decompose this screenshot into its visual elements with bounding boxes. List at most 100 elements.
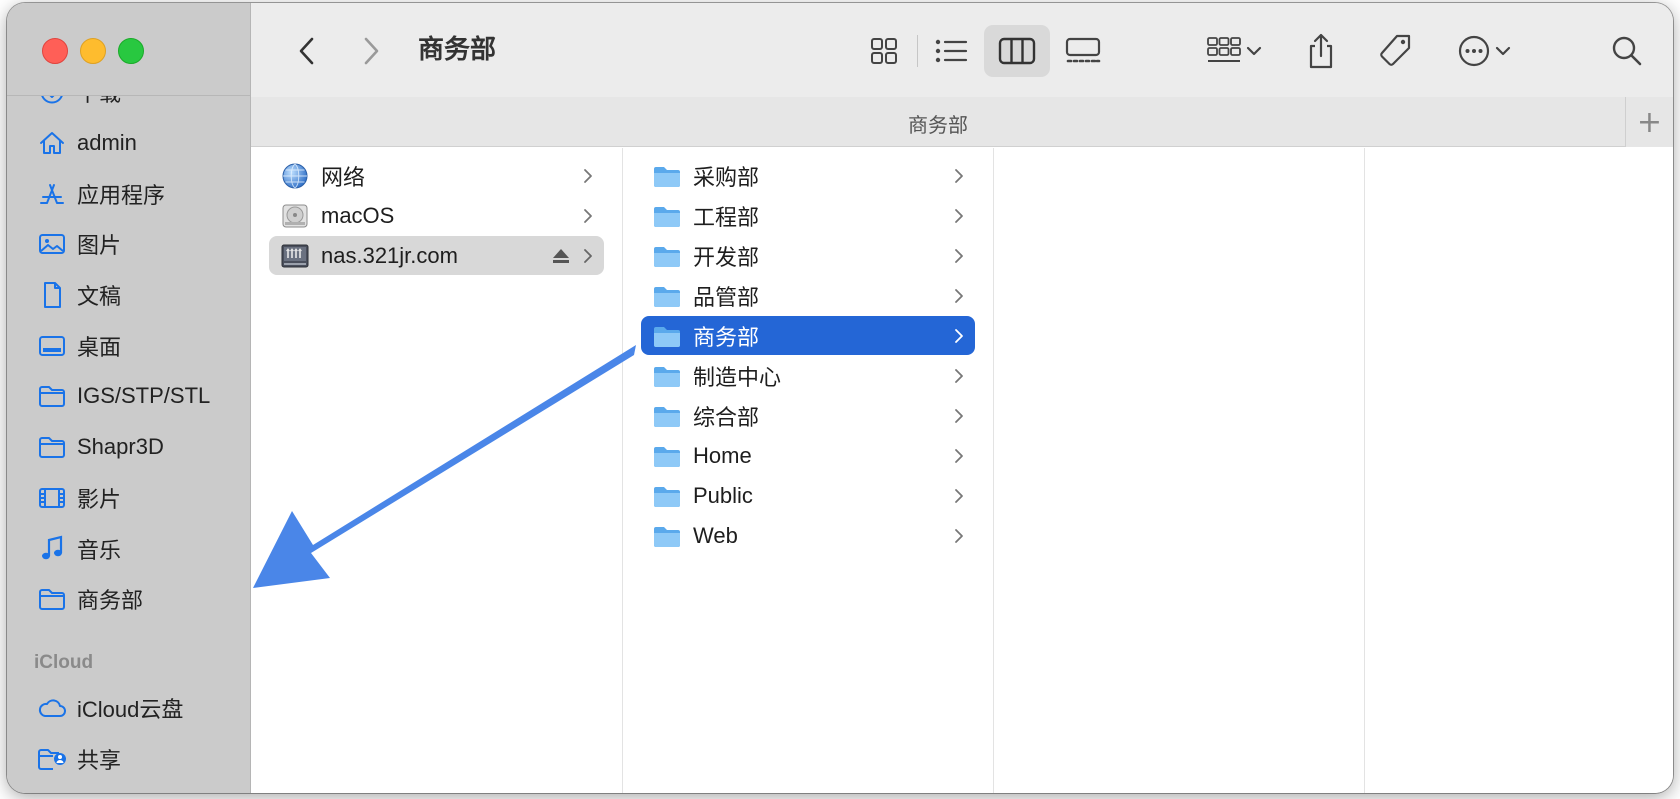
- folder-icon: [651, 281, 683, 311]
- column-locations[interactable]: 网络 macOS nas.321jr.com: [251, 148, 623, 793]
- more-actions-button[interactable]: [1457, 27, 1511, 75]
- group-by-button[interactable]: [1206, 27, 1262, 75]
- sidebar-item-igs-stp-stl[interactable]: IGS/STP/STL: [7, 371, 250, 422]
- pictures-icon: [37, 230, 67, 258]
- view-mode-group: [851, 25, 1116, 77]
- disk-icon: [279, 201, 311, 231]
- columns-icon: [998, 37, 1036, 65]
- list-item-nas-server[interactable]: nas.321jr.com: [269, 236, 604, 275]
- sidebar-item-label: 桌面: [77, 334, 122, 360]
- sidebar-item-label: IGS/STP/STL: [77, 383, 211, 409]
- gallery-view-button[interactable]: [1050, 25, 1116, 77]
- sidebar-scroll[interactable]: 下载 admin 应用程序: [7, 96, 250, 793]
- item-label: Web: [693, 522, 738, 548]
- applications-icon: [37, 180, 67, 208]
- list-item-folder[interactable]: 品管部: [641, 276, 975, 315]
- sidebar-item-shapr3d[interactable]: Shapr3D: [7, 422, 250, 473]
- list-item-folder-selected[interactable]: 商务部: [641, 316, 975, 355]
- eject-icon[interactable]: [548, 247, 574, 265]
- sidebar-item-label: admin: [77, 130, 137, 156]
- sidebar-item-music[interactable]: 音乐: [7, 523, 250, 574]
- document-icon: [37, 281, 67, 309]
- column-empty[interactable]: [994, 148, 1365, 793]
- item-label: 采购部: [693, 164, 760, 190]
- zoom-window-button[interactable]: [118, 38, 144, 64]
- item-label: 开发部: [693, 244, 760, 270]
- toolbar: 商务部: [251, 3, 1673, 97]
- window-title: 商务部: [418, 34, 497, 64]
- list-icon: [935, 39, 968, 63]
- sidebar-item-label: 文稿: [77, 284, 122, 310]
- ellipsis-circle-icon: [1458, 35, 1490, 67]
- path-tab-bar: 商务部 +: [251, 97, 1673, 147]
- item-label: Home: [693, 442, 752, 468]
- chevron-right-icon: [949, 288, 969, 304]
- tab-title[interactable]: 商务部: [251, 109, 1625, 138]
- folder-icon: [37, 585, 67, 613]
- column-view-button[interactable]: [984, 25, 1050, 77]
- chevron-right-icon: [949, 168, 969, 184]
- list-item-macos[interactable]: macOS: [269, 196, 604, 235]
- sidebar-item-label: 商务部: [77, 588, 144, 614]
- finder-window: 下载 admin 应用程序: [7, 3, 1673, 793]
- list-item-folder[interactable]: 采购部: [641, 156, 975, 195]
- sidebar-item-downloads[interactable]: 下载: [7, 96, 250, 118]
- item-label: 制造中心: [693, 364, 782, 390]
- list-item-folder[interactable]: Home: [641, 436, 975, 475]
- close-window-button[interactable]: [42, 38, 68, 64]
- folder-icon: [651, 401, 683, 431]
- sidebar-item-desktop[interactable]: 桌面: [7, 320, 250, 371]
- sidebar-item-applications[interactable]: 应用程序: [7, 168, 250, 219]
- search-button[interactable]: [1611, 27, 1643, 75]
- chevron-right-icon: [578, 168, 598, 184]
- share-button[interactable]: [1306, 27, 1336, 75]
- server-icon: [279, 241, 311, 271]
- list-item-folder[interactable]: 工程部: [641, 196, 975, 235]
- list-item-folder[interactable]: 综合部: [641, 396, 975, 435]
- forward-button[interactable]: [351, 31, 391, 71]
- item-label: macOS: [321, 202, 395, 228]
- list-view-button[interactable]: [918, 25, 984, 77]
- list-item-folder[interactable]: Public: [641, 476, 975, 515]
- cloud-icon: [37, 694, 67, 722]
- folder-icon: [651, 481, 683, 511]
- list-item-folder[interactable]: 制造中心: [641, 356, 975, 395]
- folder-icon: [651, 361, 683, 391]
- sidebar-item-label: 影片: [77, 486, 122, 512]
- sidebar-item-pictures[interactable]: 图片: [7, 219, 250, 270]
- folder-icon: [651, 201, 683, 231]
- column-empty-2[interactable]: [1365, 148, 1673, 793]
- share-icon: [1309, 33, 1333, 69]
- chevron-right-icon: [949, 208, 969, 224]
- folder-icon: [37, 433, 67, 461]
- tags-button[interactable]: [1377, 27, 1413, 75]
- sidebar-item-shared[interactable]: 共享: [7, 733, 250, 784]
- chevron-right-icon: [949, 248, 969, 264]
- item-label: 综合部: [693, 404, 760, 430]
- sidebar-item-label: iCloud云盘: [77, 696, 184, 722]
- list-item-folder[interactable]: 开发部: [641, 236, 975, 275]
- network-icon: [279, 161, 311, 191]
- sidebar-item-business-dept[interactable]: 商务部: [7, 574, 250, 625]
- sidebar-item-label: 音乐: [77, 537, 122, 563]
- folder-icon: [651, 441, 683, 471]
- sidebar-item-admin[interactable]: admin: [7, 118, 250, 169]
- shared-folder-icon: [37, 745, 67, 773]
- folder-icon: [37, 382, 67, 410]
- back-button[interactable]: [287, 31, 327, 71]
- icon-view-button[interactable]: [851, 25, 917, 77]
- home-icon: [37, 129, 67, 157]
- new-tab-button[interactable]: +: [1625, 97, 1673, 147]
- list-item-folder[interactable]: Web: [641, 516, 975, 555]
- chevron-right-icon: [578, 248, 598, 264]
- sidebar-section-icloud[interactable]: iCloud: [7, 643, 250, 683]
- minimize-window-button[interactable]: [80, 38, 106, 64]
- sidebar-item-movies[interactable]: 影片: [7, 473, 250, 524]
- tag-icon: [1380, 34, 1411, 66]
- chevron-right-icon: [949, 528, 969, 544]
- item-label: 工程部: [693, 204, 760, 230]
- sidebar-item-documents[interactable]: 文稿: [7, 270, 250, 321]
- list-item-network[interactable]: 网络: [269, 156, 604, 195]
- sidebar-item-icloud-drive[interactable]: iCloud云盘: [7, 683, 250, 734]
- column-nas-folders[interactable]: 采购部 工程部 开发部 品管部 商务部 制造中心 综合部 Home Public…: [623, 148, 994, 793]
